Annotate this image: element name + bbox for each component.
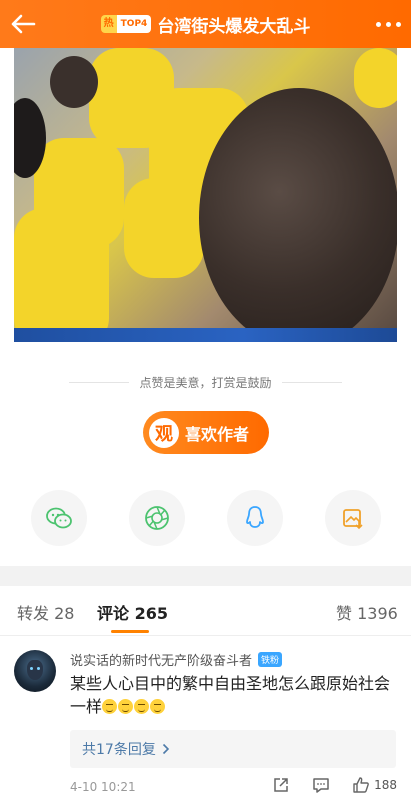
- video-figure: [50, 56, 98, 108]
- arrow-left-icon: [11, 14, 36, 34]
- share-qq-button[interactable]: [227, 490, 283, 546]
- interaction-tabs: 转发 28 评论 265 赞 1396: [0, 586, 411, 636]
- replies-label: 共17条回复: [82, 742, 156, 758]
- view-replies-button[interactable]: 共17条回复: [70, 730, 396, 768]
- grin-emoji-icon: [150, 699, 166, 714]
- moments-icon: [145, 506, 169, 530]
- tab-comments[interactable]: 评论 265: [97, 600, 168, 624]
- more-dot: [396, 21, 401, 27]
- like-comment-button[interactable]: 188: [352, 776, 397, 794]
- video-player[interactable]: [14, 48, 397, 342]
- video-figure: [199, 88, 397, 342]
- thumbs-up-icon: [353, 777, 369, 793]
- tab-indicator: [111, 630, 149, 633]
- share-wechat-button[interactable]: [31, 490, 87, 546]
- like-author-label: 喜欢作者: [185, 424, 250, 444]
- divider: [281, 381, 342, 383]
- tab-repost[interactable]: 转发 28: [17, 600, 74, 624]
- hot-label: 热: [100, 15, 117, 33]
- video-figure: [34, 138, 124, 248]
- topic-title-group: 热 TOP4 台湾街头爆发大乱斗: [100, 12, 311, 37]
- avatar-figure: [27, 660, 43, 680]
- avatar-eye: [30, 667, 33, 670]
- save-image-icon: [343, 509, 363, 530]
- comment-text: 某些人心目中的繁中自由圣地怎么跟原始社会一样: [70, 672, 395, 718]
- share-moments-button[interactable]: [129, 490, 185, 546]
- video-bottom-band: [14, 328, 397, 342]
- grin-emoji-icon: [102, 699, 118, 714]
- avatar[interactable]: [14, 650, 56, 692]
- tab-likes[interactable]: 赞 1396: [336, 600, 398, 624]
- comment-author[interactable]: 说实话的新时代无产阶级奋斗者 铁粉: [70, 650, 283, 669]
- comment-timestamp: 4-10 10:21: [70, 780, 136, 794]
- rank-label: TOP4: [116, 15, 152, 33]
- page-title: 台湾街头爆发大乱斗: [157, 16, 311, 37]
- share-icon: [274, 778, 288, 792]
- grin-emoji-icon: [118, 699, 134, 714]
- qq-icon: [246, 506, 264, 528]
- reward-hint: 点赞是美意，打赏是鼓励: [0, 372, 411, 392]
- top-bar: 热 TOP4 台湾街头爆发大乱斗: [0, 0, 411, 48]
- grin-emoji-icon: [134, 699, 150, 714]
- reward-hint-text: 点赞是美意，打赏是鼓励: [139, 375, 272, 390]
- section-divider: [0, 566, 411, 586]
- guan-icon: 观: [149, 417, 179, 448]
- comment-icon: [313, 778, 329, 793]
- comment-actions: 188: [272, 776, 397, 794]
- more-dot: [386, 21, 391, 27]
- video-figure: [124, 178, 204, 278]
- fan-badge: 铁粉: [258, 652, 283, 667]
- comment-item: 说实话的新时代无产阶级奋斗者 铁粉 某些人心目中的繁中自由圣地怎么跟原始社会一样…: [0, 646, 411, 800]
- video-figure: [354, 48, 397, 108]
- avatar-eye: [37, 667, 40, 670]
- more-dots-icon: [376, 21, 381, 27]
- share-comment-button[interactable]: [272, 776, 290, 794]
- wechat-icon: [46, 507, 72, 529]
- divider: [69, 381, 130, 383]
- save-image-button[interactable]: [325, 490, 381, 546]
- back-button[interactable]: [10, 4, 50, 44]
- share-row: [0, 490, 411, 546]
- like-count: 188: [374, 778, 397, 792]
- chevron-right-icon: [162, 743, 169, 755]
- reply-comment-button[interactable]: [312, 776, 330, 794]
- like-author-button[interactable]: 观 喜欢作者: [143, 411, 269, 454]
- comment-username: 说实话的新时代无产阶级奋斗者: [70, 654, 253, 669]
- hot-rank-badge: 热 TOP4: [100, 15, 152, 33]
- more-button[interactable]: [361, 4, 401, 44]
